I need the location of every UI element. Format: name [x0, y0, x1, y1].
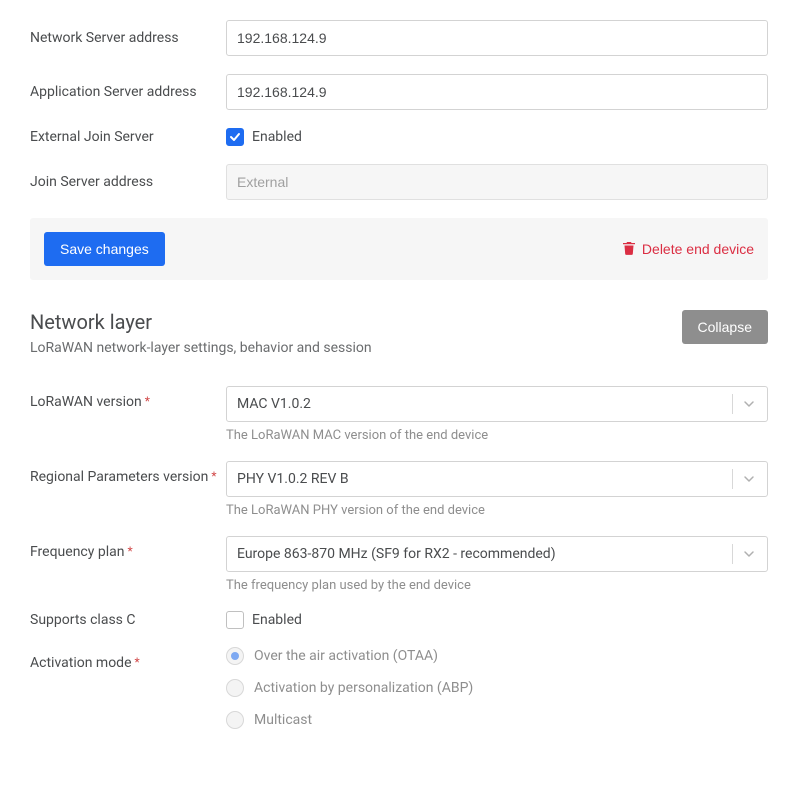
chevron-down-icon [741, 546, 757, 562]
ext-join-label: External Join Server [30, 129, 226, 145]
lorawan-version-select[interactable]: MAC V1.0.2 [226, 386, 768, 422]
row-join-server: Join Server address [30, 164, 768, 200]
trash-icon [622, 241, 636, 258]
radio-abp-input [226, 679, 244, 697]
radio-multicast-label: Multicast [254, 712, 312, 728]
ext-join-checkbox-label: Enabled [252, 129, 302, 145]
regional-params-value: PHY V1.0.2 REV B [237, 471, 724, 487]
supports-class-c-checkbox[interactable] [226, 611, 244, 629]
section-header-network-layer: Network layer LoRaWAN network-layer sett… [30, 310, 768, 356]
activation-radio-group: Over the air activation (OTAA) Activatio… [226, 647, 768, 729]
radio-otaa: Over the air activation (OTAA) [226, 647, 768, 665]
network-server-input[interactable] [226, 20, 768, 56]
radio-multicast: Multicast [226, 711, 768, 729]
lorawan-version-label: LoRaWAN version* [30, 386, 226, 410]
section-description: LoRaWAN network-layer settings, behavior… [30, 340, 372, 356]
radio-otaa-input [226, 647, 244, 665]
required-asterisk: * [211, 469, 216, 483]
row-app-server: Application Server address [30, 74, 768, 110]
app-server-label: Application Server address [30, 84, 226, 100]
collapse-button[interactable]: Collapse [682, 310, 768, 344]
app-server-input[interactable] [226, 74, 768, 110]
network-server-label: Network Server address [30, 30, 226, 46]
ext-join-checkbox[interactable] [226, 128, 244, 146]
delete-device-label: Delete end device [642, 241, 754, 257]
radio-multicast-input [226, 711, 244, 729]
regional-params-select[interactable]: PHY V1.0.2 REV B [226, 461, 768, 497]
section-title: Network layer [30, 310, 372, 334]
row-network-server: Network Server address [30, 20, 768, 56]
freq-plan-help: The frequency plan used by the end devic… [226, 578, 768, 593]
delete-device-button[interactable]: Delete end device [622, 241, 754, 258]
freq-plan-select[interactable]: Europe 863-870 MHz (SF9 for RX2 - recomm… [226, 536, 768, 572]
freq-plan-label: Frequency plan* [30, 536, 226, 560]
row-ext-join: External Join Server Enabled [30, 128, 768, 146]
row-lorawan-version: LoRaWAN version* MAC V1.0.2 The LoRaWAN … [30, 386, 768, 443]
required-asterisk: * [135, 655, 140, 669]
join-server-label: Join Server address [30, 174, 226, 190]
row-activation-mode: Activation mode* Over the air activation… [30, 647, 768, 729]
supports-class-c-label: Supports class C [30, 612, 226, 628]
save-button[interactable]: Save changes [44, 232, 165, 266]
chevron-down-icon [741, 471, 757, 487]
required-asterisk: * [145, 394, 150, 408]
chevron-down-icon [741, 396, 757, 412]
action-bar: Save changes Delete end device [30, 218, 768, 280]
row-freq-plan: Frequency plan* Europe 863-870 MHz (SF9 … [30, 536, 768, 593]
lorawan-version-help: The LoRaWAN MAC version of the end devic… [226, 428, 768, 443]
required-asterisk: * [127, 544, 132, 558]
lorawan-version-value: MAC V1.0.2 [237, 396, 724, 412]
regional-params-label: Regional Parameters version* [30, 461, 226, 485]
activation-mode-label: Activation mode* [30, 647, 226, 671]
radio-otaa-label: Over the air activation (OTAA) [254, 648, 438, 664]
row-regional-params: Regional Parameters version* PHY V1.0.2 … [30, 461, 768, 518]
radio-abp-label: Activation by personalization (ABP) [254, 680, 473, 696]
join-server-input [226, 164, 768, 200]
row-supports-class-c: Supports class C Enabled [30, 611, 768, 629]
freq-plan-value: Europe 863-870 MHz (SF9 for RX2 - recomm… [237, 546, 724, 562]
supports-class-c-checkbox-label: Enabled [252, 612, 302, 628]
radio-abp: Activation by personalization (ABP) [226, 679, 768, 697]
regional-params-help: The LoRaWAN PHY version of the end devic… [226, 503, 768, 518]
